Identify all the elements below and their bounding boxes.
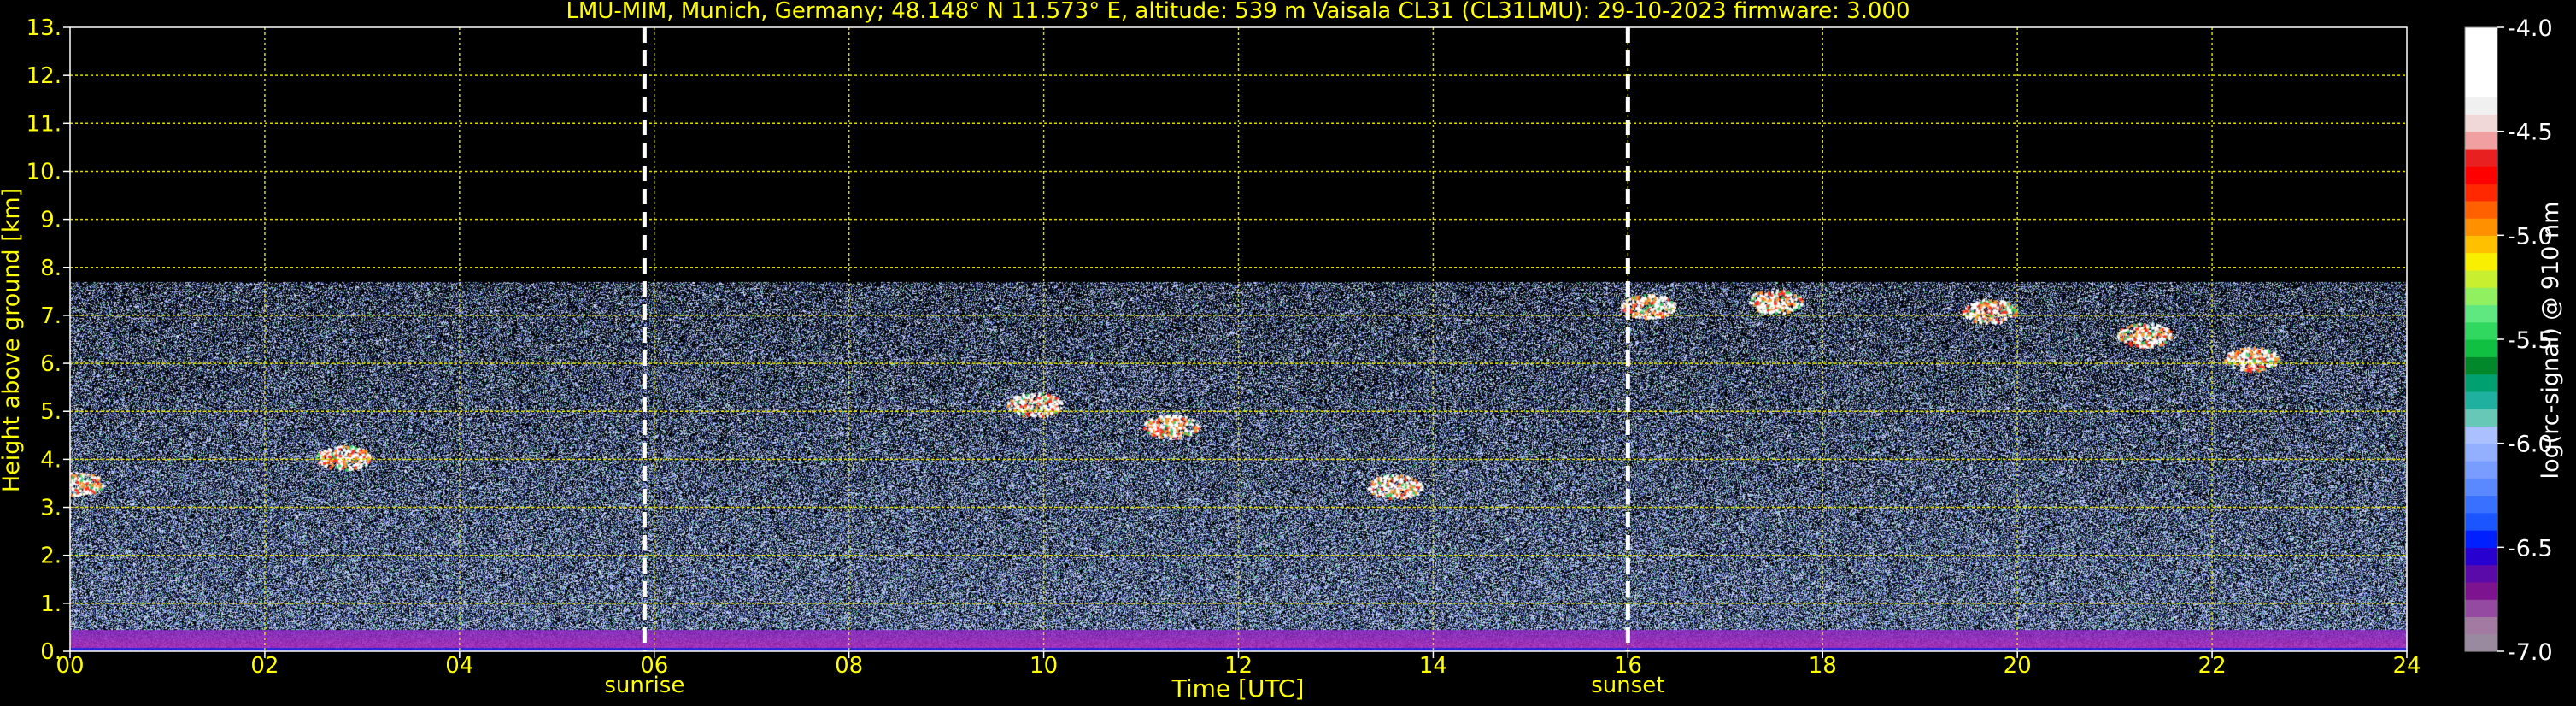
colorbar-swatch (2465, 409, 2497, 427)
colorbar-swatch (2465, 287, 2497, 306)
colorbar-swatch (2465, 131, 2497, 150)
colorbar-tick-label: -6.5 (2508, 535, 2553, 562)
chart-title: LMU-MIM, Munich, Germany; 48.148° N 11.5… (566, 0, 1910, 24)
x-tick-label: 10 (1030, 653, 1058, 679)
y-tick-label: 11. (26, 111, 62, 137)
colorbar-swatch (2465, 97, 2497, 115)
x-tick-label: 04 (445, 653, 473, 679)
colorbar-swatch (2465, 633, 2497, 652)
ceilometer-chart: LMU-MIM, Munich, Germany; 48.148° N 11.5… (0, 0, 2564, 703)
colorbar-swatch (2465, 62, 2497, 80)
x-tick-label: 22 (2198, 653, 2227, 679)
x-tick-label: 20 (2004, 653, 2032, 679)
colorbar-swatch (2465, 27, 2497, 45)
y-axis-ticks: 0. 1. 2. 3. 4. 5. 6. 7. 8. 9. 10. 11. 12. 13. (26, 15, 70, 665)
y-tick-label: 10. (26, 159, 62, 185)
colorbar-swatch (2465, 269, 2497, 288)
y-tick-label: 6. (40, 351, 62, 377)
colorbar-swatch (2465, 374, 2497, 392)
colorbar-swatch (2465, 426, 2497, 444)
colorbar-swatch (2465, 564, 2497, 583)
y-tick-label: 4. (40, 447, 62, 473)
colorbar-swatch (2465, 460, 2497, 479)
colorbar-swatch (2465, 321, 2497, 340)
colorbar-swatch (2465, 443, 2497, 462)
colorbar-swatch (2465, 581, 2497, 600)
colorbar-tick-label: -4.0 (2508, 15, 2553, 42)
x-axis-label: Time [UTC] (1171, 674, 1305, 703)
x-tick-label: 08 (835, 653, 863, 679)
y-tick-label: 1. (40, 591, 62, 617)
colorbar-swatch (2465, 495, 2497, 514)
colorbar-tick-label: -7.0 (2508, 639, 2553, 666)
y-tick-label: 0. (40, 639, 62, 665)
colorbar-swatch (2465, 391, 2497, 409)
y-tick-label: 12. (26, 63, 62, 89)
colorbar-swatch (2465, 183, 2497, 202)
x-tick-label: 14 (1419, 653, 1447, 679)
colorbar-swatch (2465, 44, 2497, 63)
colorbar-swatch (2465, 547, 2497, 566)
x-tick-label: 06 (640, 653, 668, 679)
x-tick-label: 02 (250, 653, 279, 679)
colorbar-swatch (2465, 599, 2497, 618)
colorbar-swatch (2465, 200, 2497, 219)
y-tick-label: 3. (40, 496, 62, 521)
colorbar-swatch (2465, 339, 2497, 357)
x-tick-label: 24 (2392, 653, 2421, 679)
colorbar-label: log(rc-signal) @ 910 nm (2538, 202, 2564, 479)
colorbar-swatch (2465, 218, 2497, 236)
colorbar-tick-label: -4.5 (2508, 120, 2553, 146)
y-tick-label: 2. (40, 544, 62, 569)
colorbar-swatch (2465, 252, 2497, 271)
y-tick-label: 9. (40, 208, 62, 233)
x-tick-label: 18 (1809, 653, 1837, 679)
y-tick-label: 8. (40, 256, 62, 281)
colorbar-swatch (2465, 79, 2497, 97)
colorbar-swatch (2465, 530, 2497, 548)
colorbar-swatch (2465, 235, 2497, 254)
x-tick-label: 16 (1614, 653, 1642, 679)
colorbar-swatch (2465, 166, 2497, 185)
colorbar-swatch (2465, 512, 2497, 531)
y-tick-label: 5. (40, 399, 62, 425)
colorbar-swatch (2465, 304, 2497, 323)
colorbar-swatch (2465, 616, 2497, 635)
colorbar-swatch (2465, 356, 2497, 375)
colorbar-swatch (2465, 478, 2497, 497)
y-axis-label: Height above ground [km] (0, 188, 25, 492)
colorbar-swatch (2465, 114, 2497, 132)
y-tick-label: 7. (40, 303, 62, 329)
colorbar-swatch (2465, 148, 2497, 167)
y-tick-label: 13. (26, 15, 62, 41)
